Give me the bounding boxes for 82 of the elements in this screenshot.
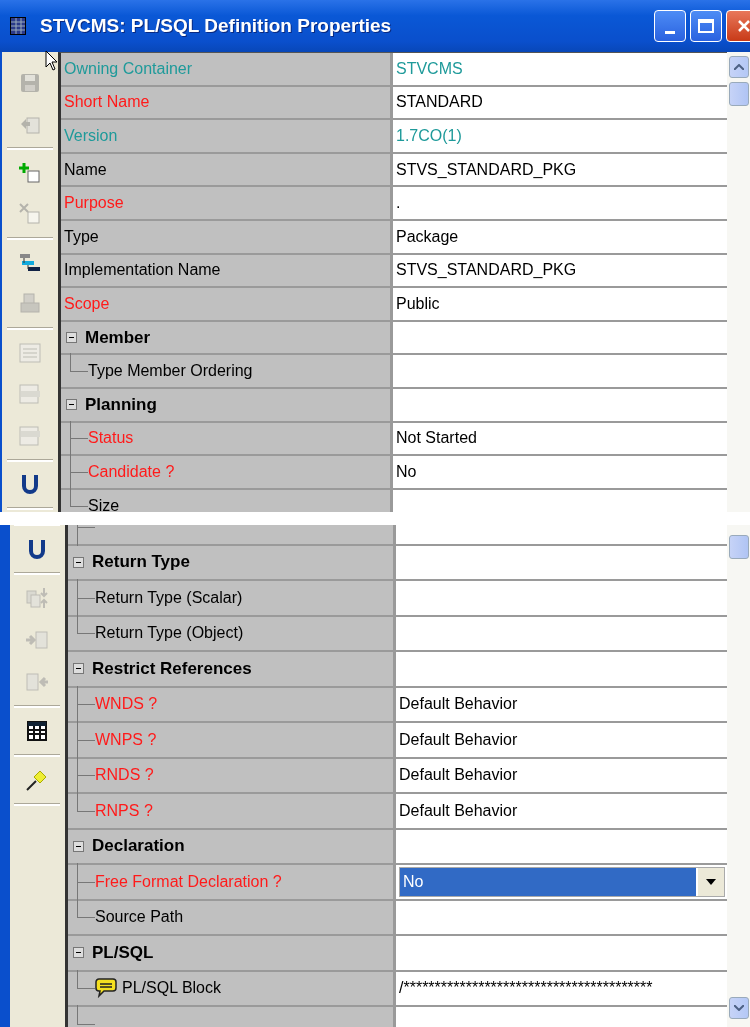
tree-line [77, 723, 95, 757]
window-title: STVCMS: PL/SQL Definition Properties [40, 15, 393, 37]
document-icon [18, 340, 42, 365]
export-icon [24, 670, 49, 694]
property-value: Not Started [396, 429, 477, 448]
property-label: Size [88, 496, 120, 512]
property-value: STVS_STANDARD_PKG [396, 261, 577, 280]
property-label: Type [64, 227, 99, 246]
property-label: Return Type (Scalar) [95, 588, 243, 607]
property-value: Default Behavior [399, 801, 518, 820]
minimize-button[interactable] [654, 10, 686, 42]
property-value: STVCMS [396, 59, 463, 78]
scroll-thumb[interactable] [728, 535, 749, 559]
pushpin-icon [24, 768, 49, 792]
delete-icon [18, 202, 42, 227]
cursor-icon [45, 50, 58, 71]
grid-icon [10, 17, 26, 35]
copy-icon [24, 586, 49, 610]
maximize-icon [698, 19, 714, 33]
property-value: /**************************************** [399, 979, 653, 998]
property-label: WNDS ? [95, 695, 158, 714]
tree-line [77, 687, 95, 721]
property-label: Candidate ? [88, 462, 175, 481]
property-label: PL/SQL Block [122, 979, 221, 998]
scroll-thumb[interactable] [728, 82, 749, 106]
speech-bubble-icon [95, 978, 117, 999]
collapse-toggle[interactable] [73, 663, 84, 675]
property-value: STVS_STANDARD_PKG [396, 160, 577, 179]
dropdown-field[interactable]: No [399, 866, 725, 897]
table-icon [24, 719, 49, 743]
collapse-toggle[interactable] [73, 840, 84, 852]
web-document-icon [18, 423, 42, 448]
property-label: RNDS ? [95, 766, 154, 785]
property-value: No [396, 462, 417, 481]
property-label: Name [64, 160, 107, 179]
maximize-button[interactable] [690, 10, 722, 42]
tree-line [77, 758, 95, 792]
property-value: Default Behavior [399, 695, 518, 714]
group-label: Member [85, 327, 151, 348]
property-label: Short Name [64, 93, 150, 112]
group-label: Return Type [92, 552, 190, 573]
import-icon [24, 628, 49, 652]
tree-line [77, 581, 95, 615]
collapse-toggle[interactable] [66, 399, 77, 411]
scrollbar[interactable] [727, 52, 750, 512]
property-value: Public [396, 294, 440, 313]
property-label: Type Member Ordering [88, 362, 253, 381]
group-label: Declaration [92, 836, 185, 857]
collapse-toggle[interactable] [66, 332, 77, 344]
property-label: Source Path [95, 908, 184, 927]
group-label: Planning [85, 394, 157, 415]
property-value: Default Behavior [399, 766, 518, 785]
collapse-toggle[interactable] [73, 947, 84, 959]
minimize-icon [665, 30, 675, 34]
property-label: Status [88, 429, 134, 448]
property-label: WNPS ? [95, 730, 157, 749]
add-icon [18, 160, 42, 185]
property-label: Implementation Name [64, 261, 221, 280]
scrollbar[interactable] [727, 525, 750, 1027]
property-label: Scope [64, 294, 110, 313]
scroll-up-icon[interactable] [733, 64, 744, 70]
close-icon [736, 18, 750, 34]
group-label: Restrict References [92, 658, 252, 679]
tree-line [70, 422, 88, 455]
property-value: Package [396, 227, 459, 246]
property-value: 1.7CO(1) [396, 127, 462, 145]
property-label: Free Format Declaration ? [95, 872, 282, 891]
property-label: Version [64, 127, 118, 145]
property-label: Owning Container [64, 59, 193, 78]
tree-line [77, 865, 95, 899]
scroll-down-icon[interactable] [733, 1005, 744, 1011]
property-label: Return Type (Object) [95, 624, 244, 643]
property-label: Purpose [64, 194, 124, 213]
group-label: PL/SQL [92, 942, 154, 963]
property-label: RNPS ? [95, 801, 153, 820]
collapse-toggle[interactable] [73, 556, 84, 568]
text-document-icon [18, 382, 42, 407]
tree-line [70, 456, 88, 488]
caret-icon [706, 878, 716, 885]
property-value: Default Behavior [399, 730, 518, 749]
property-value: . [396, 194, 401, 213]
property-value: STANDARD [396, 93, 483, 112]
